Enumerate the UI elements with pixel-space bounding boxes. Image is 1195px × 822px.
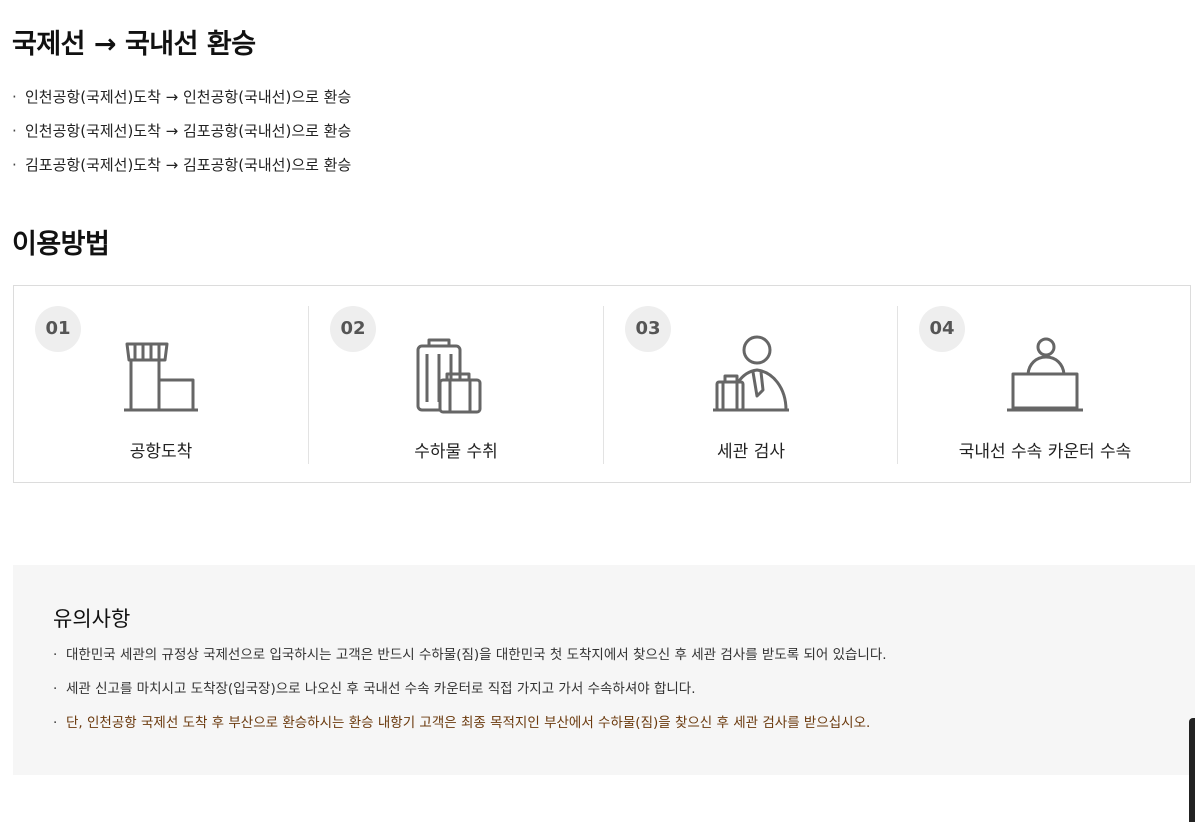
transfer-route-list: · 인천공항(국제선)도착 → 인천공항(국내선)으로 환승 · 인천공항(국제선)…: [12, 86, 351, 188]
step-number-badge: 04: [919, 306, 965, 352]
bullet: ·: [12, 122, 17, 140]
notice-item-text: 세관 신고를 마치시고 도착장(입국장)으로 나오신 후 국내선 수속 카운터로…: [66, 681, 696, 697]
route-item-text: 인천공항(국제선)도착 → 김포공항(국내선)으로 환승: [25, 122, 352, 140]
step-customs-inspection: 03 세관 검사: [603, 306, 898, 464]
route-item-text: 김포공항(국제선)도착 → 김포공항(국내선)으로 환승: [25, 156, 352, 174]
usage-title: 이용방법: [12, 229, 110, 260]
bullet: ·: [53, 681, 58, 697]
luggage-icon: [416, 338, 482, 414]
step-label: 수하물 수취: [414, 442, 498, 462]
step-number-badge: 01: [35, 306, 81, 352]
step-label: 공항도착: [129, 442, 193, 462]
route-item: · 인천공항(국제선)도착 → 인천공항(국내선)으로 환승: [12, 86, 351, 120]
notice-list: · 대한민국 세관의 규정상 국제선으로 입국하시는 고객은 반드시 수하물(짐)…: [53, 645, 887, 747]
customs-officer-icon: [713, 335, 789, 412]
step-number-badge: 02: [330, 306, 376, 352]
bullet: ·: [12, 88, 17, 106]
route-item-text: 인천공항(국제선)도착 → 인천공항(국내선)으로 환승: [25, 88, 352, 106]
notice-item-highlight: · 단, 인천공항 국제선 도착 후 부산으로 환승하시는 환승 내항기 고객은 …: [53, 713, 887, 747]
step-baggage-claim: 02 수하물 수취: [308, 306, 603, 464]
check-in-counter-icon: [1007, 337, 1083, 412]
step-label: 국내선 수속 카운터 수속: [958, 442, 1132, 462]
step-label: 세관 검사: [717, 442, 785, 462]
notice-item-text: 단, 인천공항 국제선 도착 후 부산으로 환승하시는 환승 내항기 고객은 최…: [66, 715, 871, 731]
bullet: ·: [53, 647, 58, 663]
step-number-badge: 03: [625, 306, 671, 352]
notice-title: 유의사항: [53, 607, 131, 631]
route-item: · 김포공항(국제선)도착 → 김포공항(국내선)으로 환승: [12, 154, 351, 188]
step-domestic-check-in: 04 국내선 수속 카운터 수속: [897, 306, 1192, 464]
bullet: ·: [53, 715, 58, 731]
floating-panel-edge: [1189, 718, 1195, 822]
notice-item: · 대한민국 세관의 규정상 국제선으로 입국하시는 고객은 반드시 수하물(짐)…: [53, 645, 887, 679]
notice-box: 유의사항 · 대한민국 세관의 규정상 국제선으로 입국하시는 고객은 반드시 수…: [13, 565, 1195, 775]
bullet: ·: [12, 156, 17, 174]
airport-tower-icon: [124, 342, 198, 412]
notice-item: · 세관 신고를 마치시고 도착장(입국장)으로 나오신 후 국내선 수속 카운터…: [53, 679, 887, 713]
route-item: · 인천공항(국제선)도착 → 김포공항(국내선)으로 환승: [12, 120, 351, 154]
usage-steps-panel: 01 공항도착 02 수하물 수취 03 세관 검사 04 국내선 수속 카운터…: [13, 285, 1191, 483]
transfer-title: 국제선 → 국내선 환승: [12, 29, 256, 60]
step-airport-arrival: 01 공항도착: [14, 306, 308, 464]
notice-item-text: 대한민국 세관의 규정상 국제선으로 입국하시는 고객은 반드시 수하물(짐)을…: [66, 647, 887, 663]
